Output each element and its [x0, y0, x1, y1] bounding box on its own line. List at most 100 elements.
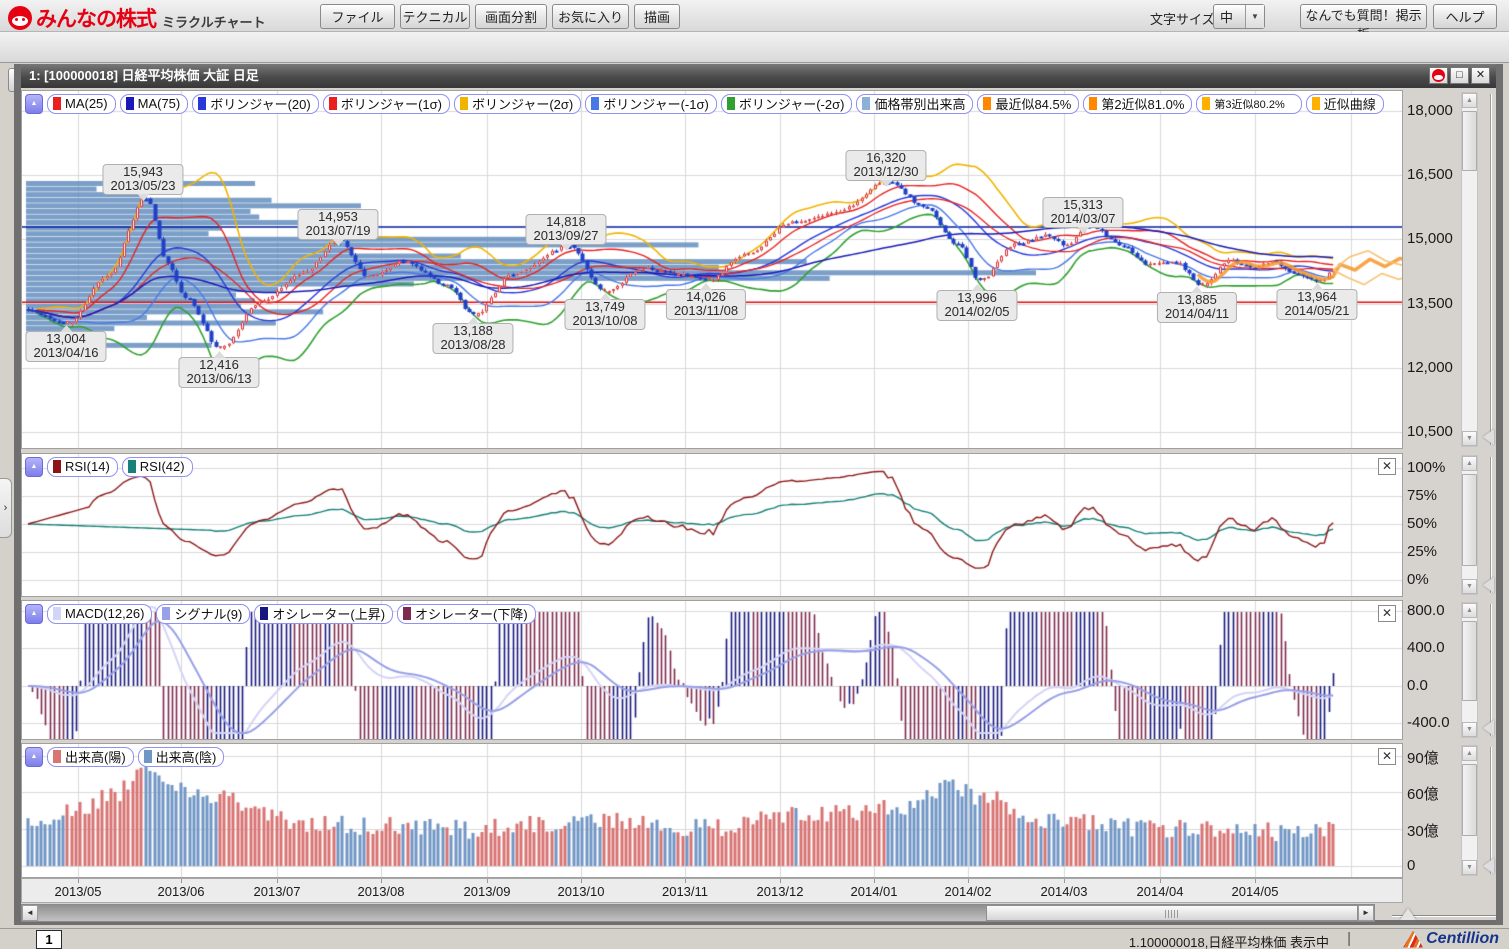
scroll-left-icon[interactable]: ◄	[22, 905, 38, 921]
technical-button[interactable]: テクニカル	[400, 4, 470, 29]
panel-zoom-slider[interactable]	[1482, 457, 1498, 593]
close-icon[interactable]: ✕	[1378, 605, 1396, 622]
scroll-up-icon[interactable]: ▲	[1462, 746, 1477, 761]
slider-thumb[interactable]	[1483, 577, 1494, 593]
maximize-icon[interactable]: □	[1450, 67, 1469, 84]
brand-logo[interactable]: みんなの株式 ミラクルチャート	[8, 3, 265, 33]
rsi-canvas[interactable]	[22, 454, 1402, 596]
annotation-price: 15,313	[1050, 198, 1115, 212]
legend-pill[interactable]: MA(75)	[120, 94, 189, 114]
legend-label: ボリンジャー(-2σ)	[739, 94, 845, 113]
legend-pill[interactable]: ボリンジャー(1σ)	[323, 94, 450, 114]
legend-label: 出来高(陽)	[65, 747, 126, 766]
scroll-right-icon[interactable]: ►	[1358, 905, 1374, 921]
price-chart-canvas[interactable]	[22, 91, 1402, 448]
file-button[interactable]: ファイル	[320, 4, 395, 29]
window-brand-icon[interactable]	[1429, 67, 1448, 84]
slider-thumb[interactable]	[1483, 720, 1494, 736]
scroll-down-icon[interactable]: ▼	[1462, 431, 1477, 446]
slider-thumb[interactable]	[1483, 429, 1494, 445]
scrollbar-thumb[interactable]	[986, 905, 1358, 921]
collapse-panel-icon[interactable]: ▲	[25, 94, 43, 114]
legend-pill[interactable]: 近似曲線	[1306, 94, 1384, 114]
horizontal-scrollbar[interactable]: ◄ ►	[21, 904, 1375, 922]
legend-pill[interactable]: MA(25)	[47, 94, 116, 114]
scroll-up-icon[interactable]: ▲	[1462, 456, 1477, 471]
scrollbar-thumb[interactable]	[1462, 474, 1477, 566]
x-axis-tick	[780, 879, 781, 883]
close-icon[interactable]: ✕	[1471, 67, 1490, 84]
sidebar-expand-handle[interactable]: ›	[0, 478, 12, 538]
font-size-select[interactable]: 中 ▼	[1213, 4, 1265, 29]
scrollbar-thumb[interactable]	[1462, 764, 1477, 836]
close-icon[interactable]: ✕	[1378, 748, 1396, 765]
annotation-pointer	[332, 239, 344, 246]
screen-split-button[interactable]: 画面分割	[475, 4, 547, 29]
time-zoom-slider[interactable]	[1392, 908, 1496, 922]
legend-pill[interactable]: 価格帯別出来高	[856, 94, 973, 114]
collapse-panel-icon[interactable]: ▲	[25, 457, 43, 477]
annotation-price: 14,818	[533, 215, 598, 229]
legend-pill[interactable]: MACD(12,26)	[47, 604, 152, 624]
legend-pill[interactable]: 出来高(陽)	[47, 747, 134, 767]
scroll-down-icon[interactable]: ▼	[1462, 722, 1477, 737]
volume-canvas[interactable]	[22, 744, 1402, 877]
annotation-price: 13,996	[944, 291, 1009, 305]
x-axis-tick	[277, 879, 278, 883]
x-axis-month-label: 2013/10	[558, 884, 605, 899]
legend-pill[interactable]: 出来高(陰)	[138, 747, 225, 767]
panel-zoom-slider[interactable]	[1482, 94, 1498, 445]
annotation-date: 2013/12/30	[853, 165, 918, 179]
panel-zoom-slider[interactable]	[1482, 604, 1498, 736]
annotation-pointer	[599, 293, 611, 300]
legend-pill[interactable]: RSI(14)	[47, 457, 118, 477]
slider-thumb[interactable]	[1400, 908, 1416, 920]
legend-pill[interactable]: オシレーター(上昇)	[254, 604, 393, 624]
chevron-down-icon[interactable]: ▼	[1245, 5, 1264, 28]
y-axis-tick-label: 13,500	[1407, 295, 1459, 312]
brand-face-icon	[8, 6, 32, 30]
help-button[interactable]: ヘルプ	[1433, 4, 1497, 29]
legend-pill[interactable]: オシレーター(下降)	[397, 604, 536, 624]
panel-zoom-slider[interactable]	[1482, 747, 1498, 874]
legend-label: 近似曲線	[1324, 94, 1376, 113]
vertical-scrollbar[interactable]: ▲▼	[1461, 455, 1478, 595]
legend-pill[interactable]: RSI(42)	[122, 457, 193, 477]
scrollbar-thumb[interactable]	[1462, 621, 1477, 701]
collapse-panel-icon[interactable]: ▲	[25, 747, 43, 767]
scrollbar-thumb[interactable]	[1462, 111, 1477, 171]
legend-pill[interactable]: 第3近似80.2%	[1196, 94, 1301, 114]
scroll-up-icon[interactable]: ▲	[1462, 93, 1477, 108]
legend-pill[interactable]: 第2近似81.0%	[1083, 94, 1192, 114]
draw-button[interactable]: 描画	[634, 4, 680, 29]
annotation-price: 13,885	[1165, 293, 1229, 307]
legend-pill[interactable]: ボリンジャー(20)	[192, 94, 318, 114]
legend-pill[interactable]: ボリンジャー(-1σ)	[585, 94, 717, 114]
status-message: 1.100000018,日経平均株価 表示中	[1129, 932, 1329, 949]
legend-pill[interactable]: ボリンジャー(2σ)	[454, 94, 581, 114]
slider-thumb[interactable]	[1483, 858, 1494, 874]
collapse-panel-icon[interactable]: ▲	[25, 604, 43, 624]
scroll-down-icon[interactable]: ▼	[1462, 579, 1477, 594]
close-icon[interactable]: ✕	[1378, 458, 1396, 475]
scroll-down-icon[interactable]: ▼	[1462, 860, 1477, 875]
legend-pill[interactable]: ボリンジャー(-2σ)	[721, 94, 853, 114]
legend-pill[interactable]: 最近似84.5%	[977, 94, 1079, 114]
chart-tab-1[interactable]: 1	[36, 930, 62, 949]
annotation-price: 13,964	[1284, 290, 1349, 304]
legend-pill[interactable]: シグナル(9)	[156, 604, 250, 624]
annotation-pointer	[60, 325, 72, 332]
vertical-scrollbar[interactable]: ▲▼	[1461, 602, 1478, 738]
qa-board-button[interactable]: なんでも質問！掲示板	[1300, 4, 1427, 29]
centillion-text: Centillion	[1426, 930, 1499, 948]
annotation-pointer	[137, 194, 149, 201]
x-axis-month-label: 2013/09	[464, 884, 511, 899]
price-annotation: 13,9962014/02/05	[936, 290, 1017, 321]
scroll-up-icon[interactable]: ▲	[1462, 603, 1477, 618]
price-chart-panel: ▲MA(25)MA(75)ボリンジャー(20)ボリンジャー(1σ)ボリンジャー(…	[21, 90, 1403, 449]
vertical-scrollbar[interactable]: ▲▼	[1461, 92, 1478, 447]
annotation-date: 2014/03/07	[1050, 212, 1115, 226]
vertical-scrollbar[interactable]: ▲▼	[1461, 745, 1478, 876]
scrollbar-grip	[1165, 910, 1179, 918]
favorites-button[interactable]: お気に入り	[552, 4, 629, 29]
